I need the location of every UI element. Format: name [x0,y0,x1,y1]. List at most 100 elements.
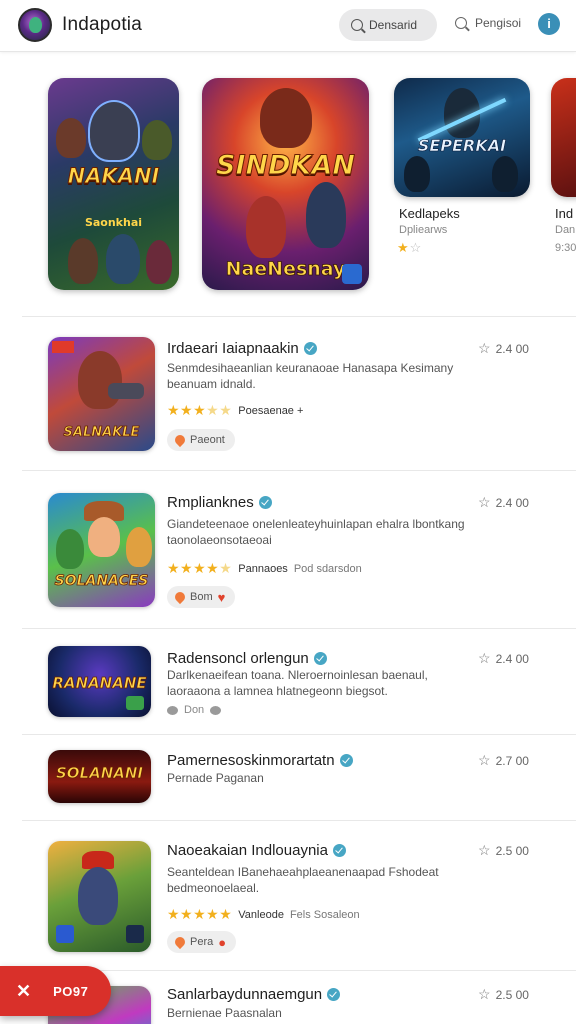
app-thumbnail: SALNAKLE [48,337,155,451]
score-text: 2.4 00 [495,495,529,510]
item-title-row[interactable]: Pamernesoskinmorartatn [167,752,353,769]
item-score[interactable]: ☆ 2.4 00 [478,494,529,511]
featured-card-category: Dpliearws [399,224,448,236]
close-icon[interactable]: ✕ [16,981,31,1002]
app-badge-icon [126,696,144,710]
featured-card[interactable] [551,78,576,197]
reaction-label: Don [184,704,205,716]
weapon-art [108,383,144,399]
hero-art [246,196,286,258]
featured-art-title: NAKANI [67,164,160,189]
app-screen: Indapotia Pengisoi i NAKANI Saonkhai SIN… [0,0,576,1024]
rating-text: Poesaenae + [238,404,304,417]
score-text: 2.4 00 [495,341,529,356]
secondary-search-button[interactable]: Pengisoi [455,16,521,30]
tag-chip[interactable]: Paeont [167,429,235,451]
star-outline-icon: ☆ [478,340,491,356]
flame-icon [172,432,188,448]
score-text: 2.5 00 [495,987,529,1002]
hero-art [306,182,346,248]
item-score[interactable]: ☆ 2.4 00 [478,340,529,357]
item-name[interactable]: Radensoncl orlengun [167,650,309,667]
item-score[interactable]: ☆ 2.7 00 [478,752,529,769]
item-name[interactable]: Pamernesoskinmorartatn [167,752,335,769]
thumbnail-title: SOLANACES [54,573,149,590]
list-item[interactable]: SOLANACES Rmplianknes Giandeteenaoe onel… [0,470,576,628]
item-name[interactable]: Naoeakaian Indlouaynia [167,842,328,859]
item-title-row[interactable]: Rmplianknes [167,494,272,511]
item-reactions[interactable]: Don [167,704,222,716]
star-outline-icon: ☆ [478,842,491,858]
top-bar: Indapotia Pengisoi i [0,0,576,52]
chip-label: Pera [190,936,214,948]
hero-art [492,156,518,192]
item-name[interactable]: Rmplianknes [167,494,254,511]
score-text: 2.7 00 [495,753,529,768]
item-score[interactable]: ☆ 2.5 00 [478,986,529,1003]
app-logo[interactable] [18,8,52,42]
featured-card[interactable]: SEPERKAI [394,78,530,197]
item-title-row[interactable]: Naoeakaian Indlouaynia [167,842,346,859]
item-score[interactable]: ☆ 2.4 00 [478,650,529,667]
item-title-row[interactable]: Radensoncl orlengun [167,650,327,667]
item-rating: ★★★★★ Poesaenae + [167,402,303,419]
star-icon: ★ [397,240,410,255]
item-description: Pernade Paganan [167,771,264,785]
item-description: Bernienae Paasnalan [167,1006,282,1020]
featured-art-subtitle: Saonkhai [84,216,143,229]
item-description: Darlkenaeifean toana. Nleroernoinlesan b… [167,668,428,698]
featured-card-name: Kedlapeks [399,206,460,221]
thumbnail-title: SALNAKLE [63,425,140,441]
thumbnail-title: SOLANANI [55,764,144,783]
hero-art [106,234,140,284]
item-name[interactable]: Sanlarbaydunnaemgun [167,986,322,1003]
heart-icon: ● [218,934,227,950]
star-outline-icon: ☆ [478,752,491,768]
thumbnail-title: RANANANE [52,674,147,693]
star-outline-icon: ☆ [478,650,491,666]
featured-card-category: Dan [555,224,576,236]
app-thumbnail: SOLANANI [48,750,151,803]
star-icon: ☆ [409,240,423,255]
list-item[interactable]: RANANANE Radensoncl orlengun Darlkenaeif… [0,628,576,734]
secondary-search-label: Pengisoi [475,16,522,30]
featured-card-rating: ★☆ [397,240,422,256]
app-thumbnail: RANANANE [48,646,151,717]
app-badge-icon [126,925,144,943]
search-input[interactable] [369,18,435,32]
featured-card-name: Ind [555,206,574,221]
fab-label: PO97 [53,983,89,999]
tag-chip[interactable]: Bom ♥ [167,586,236,608]
featured-card[interactable]: SINDKAN NaeNesnay [202,78,369,290]
tag-chip[interactable]: Pera ● [167,931,237,953]
rating-extra: Fels Sosaleon [289,908,360,921]
star-outline-icon: ☆ [478,494,491,510]
item-name[interactable]: Irdaeari Iaiapnaakin [167,340,299,357]
hero-art [88,517,120,557]
hero-art [68,238,98,284]
hero-art [78,867,118,925]
item-title-row[interactable]: Irdaeari Iaiapnaakin [167,340,317,357]
featured-carousel[interactable]: NAKANI Saonkhai SINDKAN NaeNesnay SEPERK… [0,52,576,314]
featured-card[interactable]: NAKANI Saonkhai [48,78,179,290]
hero-art [78,351,122,409]
item-score[interactable]: ☆ 2.5 00 [478,842,529,859]
list-item[interactable]: Naoeakaian Indlouaynia Seanteldean IBane… [0,820,576,970]
verified-icon [339,754,353,767]
rating-text: Vanleode [238,908,284,921]
search-box[interactable] [339,9,437,41]
floating-action-button[interactable]: ✕ PO97 [0,966,111,1016]
list-item[interactable]: SALNAKLE Irdaeari Iaiapnaakin Senmdesiha… [0,316,576,470]
item-description: Senmdesihaeanlian keuranaoae Hanasapa Ke… [167,361,454,391]
hero-art [260,88,312,148]
info-icon[interactable]: i [538,13,560,35]
search-icon [455,17,467,29]
app-title: Indapotia [62,14,142,35]
star-rating-icon: ★★★★★ [167,560,233,576]
list-item[interactable]: SOLANANI Pamernesoskinmorartatn Pernade … [0,734,576,820]
hero-art [126,527,152,567]
featured-card-meta: 9:30 [555,242,576,254]
app-badge-icon [56,925,74,943]
item-description: Giandeteenaoe onelenleateyhuinlapan ehal… [167,517,465,547]
item-title-row[interactable]: Sanlarbaydunnaemgun [167,986,341,1003]
